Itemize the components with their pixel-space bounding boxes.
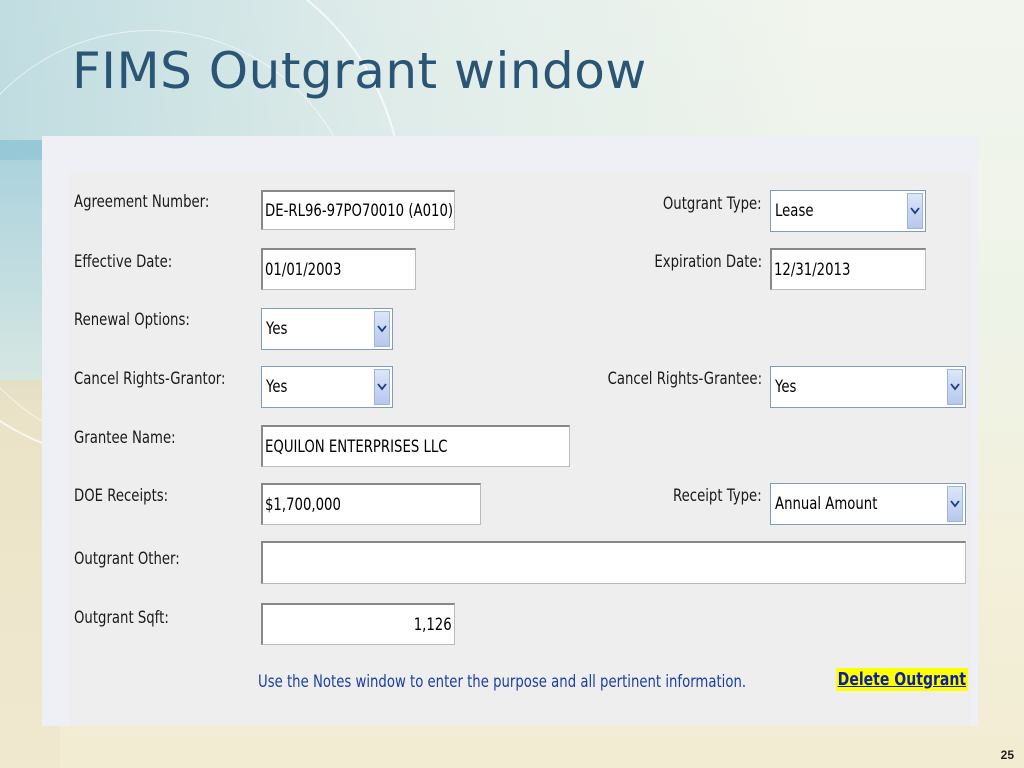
doe-receipts-label: DOE Receipts: xyxy=(74,486,169,506)
effective-date-field[interactable]: 01/01/2003 xyxy=(261,248,416,290)
grantee-name-field[interactable]: EQUILON ENTERPRISES LLC xyxy=(261,425,570,467)
cancel-rights-grantor-select[interactable]: Yes xyxy=(261,366,393,408)
outgrant-sqft-field[interactable]: 1,126 xyxy=(261,603,455,645)
renewal-options-label: Renewal Options: xyxy=(74,310,190,330)
cancel-rights-grantee-select[interactable]: Yes xyxy=(770,366,966,408)
effective-date-label: Effective Date: xyxy=(74,252,173,272)
cancel-rights-grantee-label: Cancel Rights-Grantee: xyxy=(607,369,762,389)
chevron-down-icon[interactable] xyxy=(374,369,390,405)
receipt-type-label: Receipt Type: xyxy=(673,486,762,506)
chevron-down-icon[interactable] xyxy=(907,193,923,229)
chevron-down-icon[interactable] xyxy=(947,369,963,405)
outgrant-type-label: Outgrant Type: xyxy=(663,194,762,214)
outgrant-type-select[interactable]: Lease xyxy=(770,190,926,232)
outgrant-other-label: Outgrant Other: xyxy=(74,549,180,569)
expiration-date-field[interactable]: 12/31/2013 xyxy=(770,248,926,290)
notes-hint: Use the Notes window to enter the purpos… xyxy=(258,672,747,692)
grantee-name-label: Grantee Name: xyxy=(74,428,176,448)
agreement-number-field[interactable]: DE-RL96-97PO70010 (A010) xyxy=(261,190,455,230)
page-number: 25 xyxy=(1000,748,1014,762)
cancel-rights-grantor-label: Cancel Rights-Grantor: xyxy=(74,369,226,389)
outgrant-other-field[interactable] xyxy=(261,541,966,584)
renewal-options-select[interactable]: Yes xyxy=(261,308,393,350)
expiration-date-label: Expiration Date: xyxy=(654,252,762,272)
delete-outgrant-link[interactable]: Delete Outgrant xyxy=(836,668,968,691)
receipt-type-select[interactable]: Annual Amount xyxy=(770,483,966,525)
chevron-down-icon[interactable] xyxy=(374,311,390,347)
chevron-down-icon[interactable] xyxy=(947,486,963,522)
slide-title: FIMS Outgrant window xyxy=(72,42,647,100)
agreement-number-label: Agreement Number: xyxy=(74,192,210,212)
doe-receipts-field[interactable]: $1,700,000 xyxy=(261,483,481,525)
outgrant-window: Agreement Number: DE-RL96-97PO70010 (A01… xyxy=(42,136,978,726)
outgrant-sqft-label: Outgrant Sqft: xyxy=(74,608,169,628)
outgrant-form: Agreement Number: DE-RL96-97PO70010 (A01… xyxy=(70,172,970,726)
